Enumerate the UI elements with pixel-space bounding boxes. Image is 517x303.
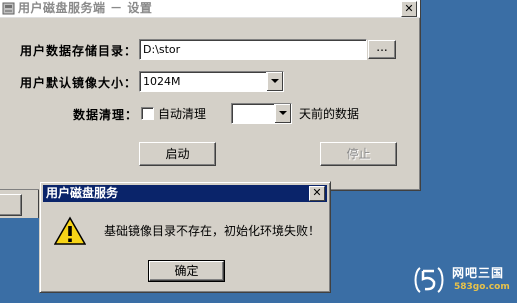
settings-window: 用户磁盘服务端 － 设置 ✕ 用户数据存储目录： D:\stor ... 用户默…	[0, 0, 421, 191]
settings-titlebar[interactable]: 用户磁盘服务端 － 设置 ✕	[0, 0, 420, 18]
window-close-button[interactable]: ✕	[401, 1, 417, 17]
error-dialog: 用户磁盘服务 ✕ 基础镜像目录不存在，初始化环境失败！ 确定	[39, 181, 331, 293]
watermark-logo: 网吧三国 583go.com	[412, 262, 517, 300]
chevron-down-icon[interactable]	[274, 104, 291, 123]
background-window-button[interactable]	[0, 194, 22, 216]
auto-clean-checkbox[interactable]	[141, 107, 154, 120]
start-button[interactable]: 启动	[139, 142, 216, 166]
ok-button[interactable]: 确定	[148, 260, 225, 282]
dialog-close-button[interactable]: ✕	[309, 186, 325, 201]
logo-name: 网吧三国	[452, 266, 505, 280]
app-icon	[2, 2, 15, 15]
chevron-down-icon[interactable]	[266, 72, 283, 91]
image-size-select[interactable]: 1024M	[139, 71, 284, 92]
window-title: 用户磁盘服务端 － 设置	[18, 1, 153, 15]
auto-clean-label: 自动清理	[158, 107, 207, 121]
logo-site: 583go.com	[454, 282, 510, 292]
days-suffix: 天前的数据	[299, 107, 360, 121]
storage-dir-label: 用户数据存储目录：	[20, 44, 138, 58]
dialog-titlebar[interactable]: 用户磁盘服务 ✕	[43, 185, 327, 202]
days-select[interactable]	[231, 103, 292, 124]
logo-emblem-icon	[414, 267, 444, 293]
dialog-title: 用户磁盘服务	[46, 186, 119, 200]
browse-button[interactable]: ...	[368, 40, 396, 59]
storage-dir-input[interactable]: D:\stor	[139, 39, 367, 60]
cleanup-label: 数据清理：	[73, 108, 139, 122]
image-size-label: 用户默认镜像大小：	[20, 76, 138, 90]
background-window-edge	[0, 190, 39, 218]
stop-button[interactable]: 停止	[320, 142, 397, 166]
image-size-value: 1024M	[143, 75, 181, 88]
warning-icon	[54, 216, 86, 245]
storage-dir-value: D:\stor	[143, 43, 181, 56]
dialog-message: 基础镜像目录不存在，初始化环境失败！	[104, 224, 321, 238]
